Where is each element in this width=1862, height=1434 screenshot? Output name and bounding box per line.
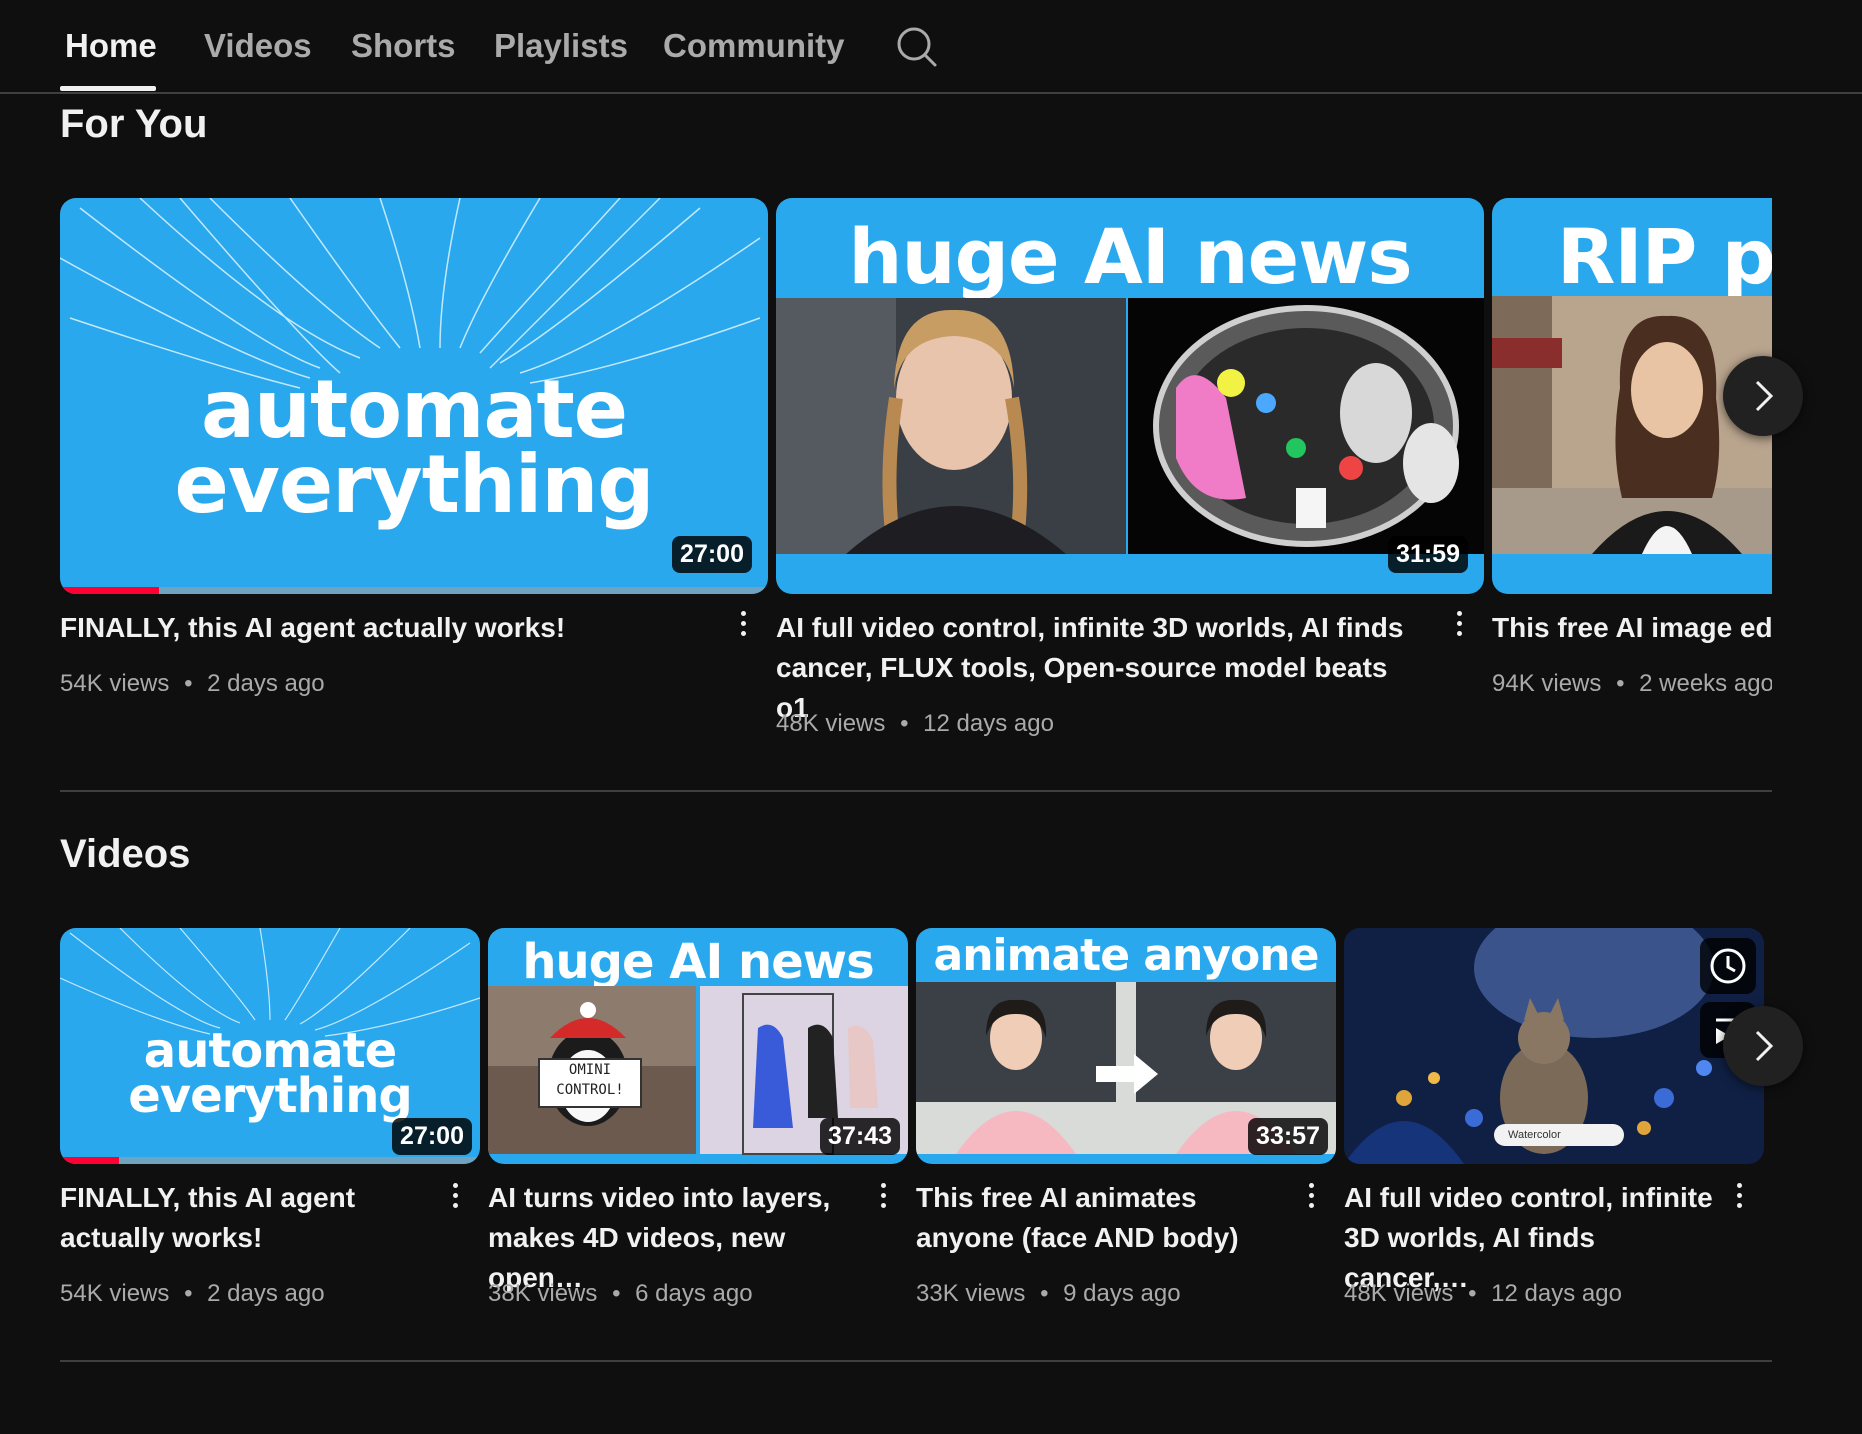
tab-home[interactable]: Home bbox=[65, 22, 157, 70]
for-you-shelf: automate everything 27:00 FINALLY, this … bbox=[60, 198, 1772, 758]
video-meta: 38K views • 6 days ago bbox=[488, 1280, 753, 1308]
video-card: huge AI news 31:59 AI full video control… bbox=[776, 198, 1484, 758]
thumbnail-text: everything bbox=[128, 1068, 412, 1124]
meta-separator: • bbox=[1468, 1280, 1477, 1307]
section-divider bbox=[60, 790, 1772, 792]
upload-age: 2 days ago bbox=[207, 1280, 325, 1307]
section-divider bbox=[60, 1360, 1772, 1362]
section-title-videos: Videos bbox=[60, 832, 191, 876]
video-thumbnail[interactable]: huge AI news 31:59 bbox=[776, 198, 1484, 594]
view-count: 38K views bbox=[488, 1280, 598, 1307]
watch-progress-fill bbox=[60, 587, 160, 594]
style-toggle: Watercolor bbox=[1494, 1124, 1624, 1146]
kebab-icon bbox=[871, 1183, 895, 1208]
tab-videos[interactable]: Videos bbox=[204, 22, 312, 70]
tab-shorts[interactable]: Shorts bbox=[351, 22, 456, 70]
video-meta: 94K views • 2 weeks ago bbox=[1492, 670, 1772, 698]
shelf-next-button[interactable] bbox=[1723, 1006, 1803, 1086]
more-actions-button[interactable] bbox=[1727, 1178, 1751, 1218]
view-count: 54K views bbox=[60, 670, 170, 697]
search-icon bbox=[897, 27, 937, 67]
video-card: animate anyone 33:57 This free AI animat… bbox=[916, 928, 1336, 1328]
portrait-and-scan-graphic bbox=[776, 298, 1484, 554]
kebab-icon bbox=[1299, 1183, 1323, 1208]
video-card: huge AI news OMINI CONTROL! 37:43 AI tur… bbox=[488, 928, 908, 1328]
watch-progress-bar bbox=[60, 1157, 480, 1164]
meta-separator: • bbox=[184, 1280, 193, 1307]
upload-age: 9 days ago bbox=[1063, 1280, 1181, 1307]
thumbnail-text: everything bbox=[174, 438, 654, 531]
upload-age: 6 days ago bbox=[635, 1280, 753, 1307]
meta-separator: • bbox=[1616, 670, 1625, 697]
kebab-icon bbox=[1727, 1183, 1751, 1208]
clock-icon bbox=[1710, 948, 1746, 984]
kebab-icon bbox=[1447, 611, 1471, 636]
style-toggle-label: Watercolor bbox=[1508, 1129, 1561, 1141]
video-card: automate everything 27:00 FINALLY, this … bbox=[60, 928, 480, 1328]
video-thumbnail[interactable]: huge AI news OMINI CONTROL! 37:43 bbox=[488, 928, 908, 1164]
video-thumbnail[interactable]: animate anyone 33:57 bbox=[916, 928, 1336, 1164]
more-actions-button[interactable] bbox=[871, 1178, 895, 1218]
video-title[interactable]: This free AI animates anyone (face AND b… bbox=[916, 1178, 1296, 1258]
duration-badge: 37:43 bbox=[820, 1118, 900, 1155]
watch-progress-fill bbox=[60, 1157, 119, 1164]
duration-badge: 33:57 bbox=[1248, 1118, 1328, 1155]
upload-age: 2 weeks ago bbox=[1639, 670, 1772, 697]
more-actions-button[interactable] bbox=[1299, 1178, 1323, 1218]
view-count: 33K views bbox=[916, 1280, 1026, 1307]
duration-badge: 31:59 bbox=[1388, 536, 1468, 573]
view-count: 48K views bbox=[776, 710, 886, 737]
videos-shelf: automate everything 27:00 FINALLY, this … bbox=[60, 928, 1772, 1328]
view-count: 48K views bbox=[1344, 1280, 1454, 1307]
video-card: Watercolor AI full video control, infini… bbox=[1344, 928, 1764, 1328]
video-meta: 33K views • 9 days ago bbox=[916, 1280, 1181, 1308]
video-title[interactable]: FINALLY, this AI agent actually works! bbox=[60, 1178, 440, 1258]
tab-playlists[interactable]: Playlists bbox=[494, 22, 628, 70]
duration-badge: 27:00 bbox=[392, 1118, 472, 1155]
more-actions-button[interactable] bbox=[1447, 606, 1471, 646]
active-tab-indicator bbox=[60, 86, 156, 91]
video-meta: 54K views • 2 days ago bbox=[60, 670, 325, 698]
upload-age: 12 days ago bbox=[923, 710, 1054, 737]
video-meta: 54K views • 2 days ago bbox=[60, 1280, 325, 1308]
video-meta: 48K views • 12 days ago bbox=[776, 710, 1054, 738]
channel-search-button[interactable] bbox=[894, 24, 938, 68]
watch-progress-bar bbox=[60, 587, 768, 594]
upload-age: 12 days ago bbox=[1491, 1280, 1622, 1307]
sign-text: OMINI CONTROL! bbox=[538, 1058, 642, 1108]
more-actions-button[interactable] bbox=[731, 606, 755, 646]
meta-separator: • bbox=[900, 710, 909, 737]
video-meta: 48K views • 12 days ago bbox=[1344, 1280, 1622, 1308]
kebab-icon bbox=[731, 611, 755, 636]
view-count: 94K views bbox=[1492, 670, 1602, 697]
kebab-icon bbox=[443, 1183, 467, 1208]
video-title[interactable]: FINALLY, this AI agent actually works! bbox=[60, 608, 710, 648]
meta-separator: • bbox=[1040, 1280, 1049, 1307]
meta-separator: • bbox=[612, 1280, 621, 1307]
meta-separator: • bbox=[184, 670, 193, 697]
video-card: automate everything 27:00 FINALLY, this … bbox=[60, 198, 768, 758]
tab-community[interactable]: Community bbox=[663, 22, 845, 70]
watch-later-button[interactable] bbox=[1700, 938, 1756, 994]
chevron-right-icon bbox=[1755, 1030, 1774, 1062]
video-thumbnail[interactable]: automate everything 27:00 bbox=[60, 198, 768, 594]
video-card: RIP p This free AI image edit 94K views … bbox=[1492, 198, 1772, 758]
shelf-next-button[interactable] bbox=[1723, 356, 1803, 436]
video-thumbnail[interactable]: Watercolor bbox=[1344, 928, 1764, 1164]
chevron-right-icon bbox=[1755, 380, 1774, 412]
section-title-for-you: For You bbox=[60, 102, 208, 146]
video-title[interactable]: This free AI image edit bbox=[1492, 608, 1772, 648]
more-actions-button[interactable] bbox=[443, 1178, 467, 1218]
video-thumbnail[interactable]: automate everything 27:00 bbox=[60, 928, 480, 1164]
view-count: 54K views bbox=[60, 1280, 170, 1307]
duration-badge: 27:00 bbox=[672, 536, 752, 573]
channel-tab-bar: Home Videos Shorts Playlists Community bbox=[0, 0, 1862, 94]
upload-age: 2 days ago bbox=[207, 670, 325, 697]
